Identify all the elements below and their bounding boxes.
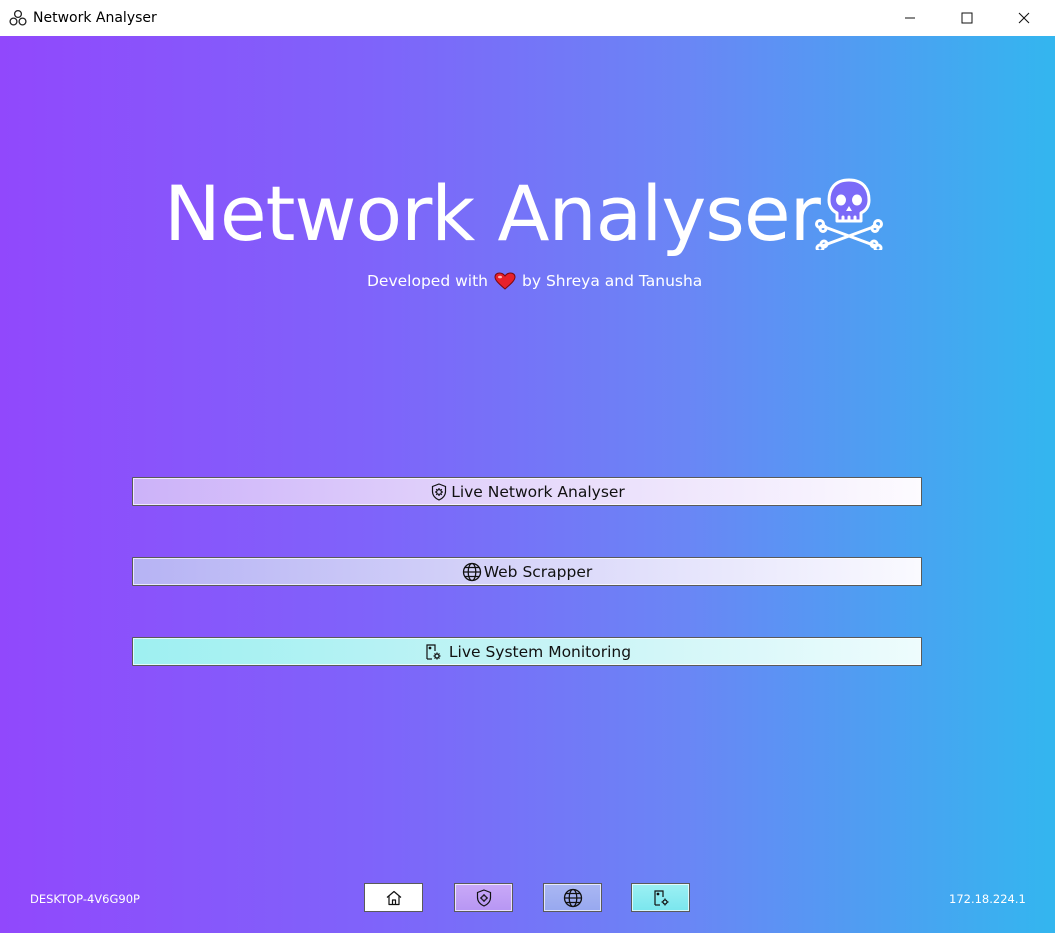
minimize-icon	[905, 17, 915, 19]
page-title: Network Analyser	[164, 169, 821, 258]
nav-home-button[interactable]	[364, 883, 423, 912]
live-system-monitoring-label: Live System Monitoring	[448, 642, 632, 661]
close-button[interactable]	[1001, 0, 1047, 36]
globe-icon	[563, 888, 582, 907]
server-gear-icon	[653, 889, 668, 906]
heart-icon	[494, 272, 516, 290]
home-icon	[386, 890, 401, 905]
minimize-button[interactable]	[887, 0, 933, 36]
subtitle-suffix: by Shreya and Tanusha	[522, 272, 703, 290]
shield-gear-icon	[429, 482, 449, 502]
server-gear-icon	[423, 642, 443, 662]
live-network-analyser-label: Live Network Analyser	[451, 482, 625, 501]
close-icon	[1018, 12, 1030, 24]
nav-live-system-monitoring-button[interactable]	[631, 883, 690, 912]
hostname-label: DESKTOP-4V6G90P	[30, 892, 140, 906]
live-network-analyser-button[interactable]: Live Network Analyser	[132, 477, 922, 506]
web-scrapper-label: Web Scrapper	[483, 562, 593, 581]
subtitle-prefix: Developed with	[367, 272, 488, 290]
nav-live-network-analyser-button[interactable]	[454, 883, 513, 912]
ip-address-label: 172.18.224.1	[949, 892, 1026, 906]
window-title-bar[interactable]: Network Analyser	[0, 0, 1055, 36]
main-panel: Network Analyser Developed with by Shrey…	[0, 36, 1055, 933]
globe-icon	[462, 562, 482, 582]
live-system-monitoring-button[interactable]: Live System Monitoring	[132, 637, 922, 666]
maximize-button[interactable]	[944, 0, 990, 36]
window-title: Network Analyser	[33, 10, 157, 26]
maximize-icon	[961, 12, 973, 24]
shield-gear-icon	[476, 888, 491, 907]
web-scrapper-button[interactable]: Web Scrapper	[132, 557, 922, 586]
app-logo-icon	[9, 9, 27, 27]
nav-web-scrapper-button[interactable]	[543, 883, 602, 912]
subtitle: Developed with by Shreya and Tanusha	[367, 270, 702, 292]
skull-crossbones-icon	[812, 176, 886, 253]
